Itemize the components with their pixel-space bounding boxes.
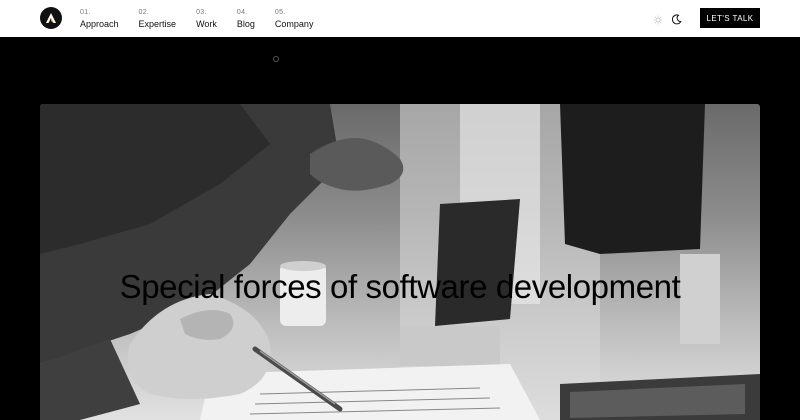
nav-label: Company (274, 19, 314, 29)
hero-section: Special forces of software development (40, 104, 760, 420)
lets-talk-button[interactable]: LET'S TALK (700, 8, 760, 28)
nav-item-work[interactable]: 03. Work (196, 9, 217, 30)
hero-image (40, 104, 760, 420)
nav-number: 02. (138, 9, 150, 16)
nav-item-company[interactable]: 05. Company (275, 9, 314, 30)
nav-item-blog[interactable]: 04. Blog (237, 9, 255, 30)
nav-number: 04. (236, 9, 248, 16)
theme-toggle (653, 12, 690, 30)
site-header: 01. Approach 02. Expertise 03. Work 04. … (0, 0, 800, 37)
nav-item-expertise[interactable]: 02. Expertise (139, 9, 177, 30)
moon-icon[interactable] (671, 12, 682, 30)
nav-number: 03. (196, 9, 207, 16)
nav-label: Blog (236, 19, 255, 29)
hero-title: Special forces of software development (119, 268, 681, 305)
main-nav: 01. Approach 02. Expertise 03. Work 04. … (80, 9, 333, 30)
scroll-indicator-dot (273, 56, 279, 62)
logo-icon[interactable] (40, 7, 62, 29)
sun-icon[interactable] (653, 12, 663, 30)
nav-label: Approach (80, 19, 119, 29)
nav-label: Expertise (138, 19, 177, 29)
nav-item-approach[interactable]: 01. Approach (80, 9, 119, 30)
nav-number: 05. (274, 9, 286, 16)
nav-number: 01. (80, 9, 91, 16)
nav-label: Work (196, 19, 217, 29)
